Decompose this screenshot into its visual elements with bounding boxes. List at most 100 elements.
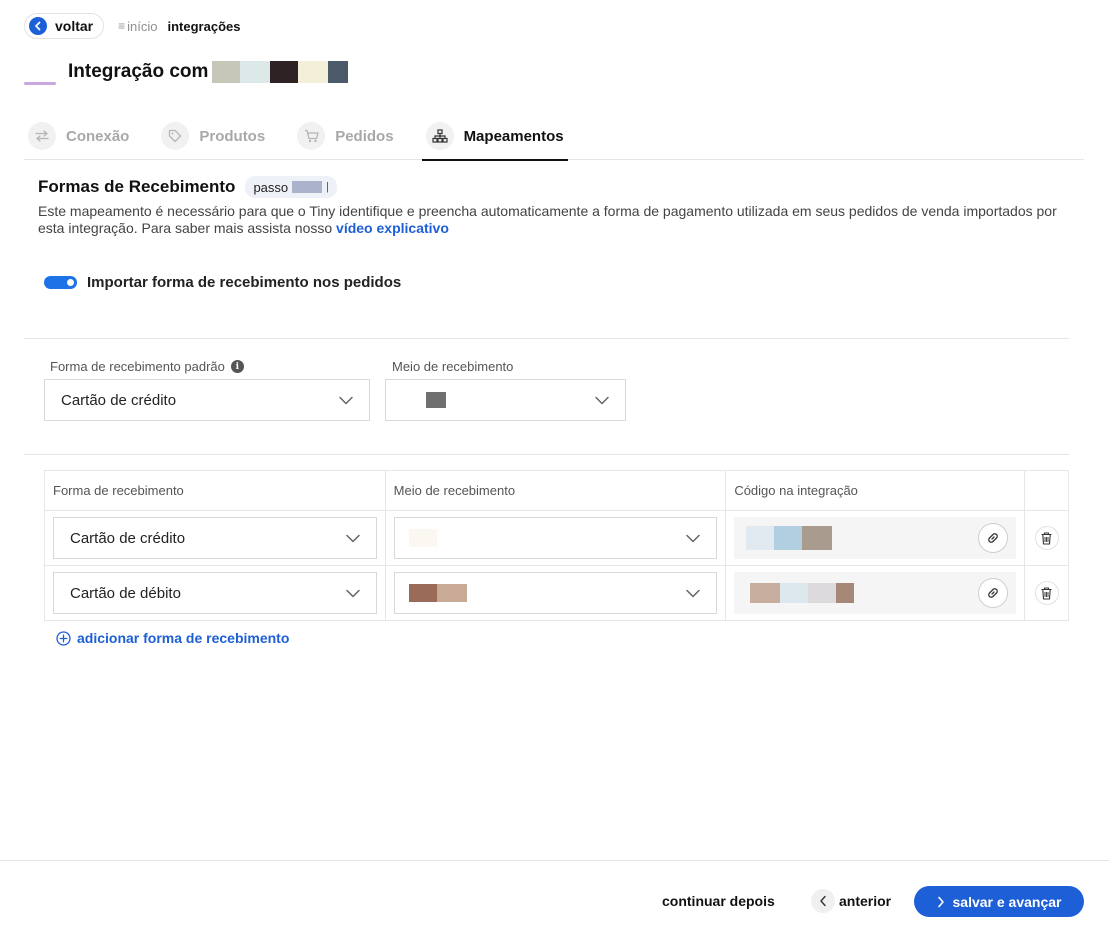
chevron-down-icon [686, 530, 701, 547]
description-text: Este mapeamento é necessário para que o … [38, 203, 1057, 236]
delete-button[interactable] [1034, 526, 1059, 550]
means-select[interactable] [393, 572, 718, 614]
table-header-row: Forma de recebimento Meio de recebimento… [44, 470, 1069, 511]
breadcrumb-current: integrações [167, 18, 241, 34]
default-means-select[interactable] [385, 379, 626, 421]
form-select[interactable]: Cartão de crédito [53, 517, 377, 559]
table-row: Cartão de débito [44, 565, 1069, 621]
delete-button[interactable] [1034, 581, 1059, 605]
previous-label: anterior [839, 893, 892, 909]
divider [24, 338, 1069, 339]
page-title: Integração com [68, 61, 209, 82]
save-and-next-button[interactable]: salvar e avançar [914, 886, 1084, 917]
import-toggle[interactable] [44, 276, 77, 289]
form-value: Cartão de crédito [70, 529, 186, 547]
section-title: Formas de Recebimento [38, 177, 236, 196]
actions-cell [1024, 510, 1069, 566]
default-form-value: Cartão de crédito [61, 391, 177, 409]
chevron-down-icon [345, 530, 360, 547]
means-select[interactable] [393, 517, 718, 559]
divider [24, 454, 1069, 455]
default-form-label-text: Forma de recebimento padrão [50, 359, 225, 374]
plus-circle-icon [56, 630, 71, 646]
code-field[interactable] [734, 517, 1016, 559]
redacted-integration-name [212, 61, 349, 83]
chevron-down-icon [686, 585, 701, 602]
tag-icon [161, 122, 190, 150]
breadcrumb: voltar ≡ início integrações [24, 12, 240, 40]
tab-label: Pedidos [335, 127, 394, 145]
step-label: passo [253, 179, 289, 195]
column-header: Meio de recebimento [384, 470, 727, 511]
link-icon [988, 533, 998, 543]
tab-pedidos[interactable]: Pedidos [293, 112, 397, 160]
means-cell [384, 510, 727, 566]
back-label: voltar [55, 18, 94, 34]
redacted-code [746, 526, 833, 550]
redacted-step [292, 181, 323, 193]
redacted-means-value [408, 529, 437, 547]
tab-label: Conexão [66, 127, 130, 145]
save-and-next-label: salvar e avançar [952, 893, 1062, 910]
means-cell [384, 565, 727, 621]
default-means-label-text: Meio de recebimento [392, 359, 514, 374]
default-means-label: Meio de recebimento [392, 359, 513, 374]
add-payment-form-button[interactable]: adicionar forma de recebimento [56, 630, 289, 646]
code-cell [725, 510, 1025, 566]
redacted-means-value [408, 584, 467, 602]
trash-icon [1041, 586, 1052, 600]
actions-cell [1024, 565, 1069, 621]
back-button[interactable]: voltar [24, 13, 105, 39]
link-icon [988, 588, 998, 598]
mapping-table: Forma de recebimento Meio de recebimento… [44, 470, 1069, 621]
menu-icon: ≡ [118, 19, 126, 33]
chevron-down-icon [595, 392, 609, 409]
step-badge: passo | [245, 176, 338, 198]
default-form-label: Forma de recebimento padrão i [50, 359, 244, 374]
form-value: Cartão de débito [70, 584, 181, 602]
code-field[interactable] [734, 572, 1016, 614]
trash-icon [1041, 531, 1052, 545]
column-header: Código na integração [725, 470, 1025, 511]
link-button[interactable] [978, 523, 1008, 553]
footer: continuar depois anterior salvar e avanç… [0, 860, 1109, 929]
link-button[interactable] [978, 578, 1008, 608]
chevron-right-icon [937, 896, 944, 907]
continue-later-button[interactable]: continuar depois [662, 893, 775, 909]
form-cell: Cartão de crédito [44, 510, 386, 566]
redacted-code [750, 583, 855, 603]
section-description: Este mapeamento é necessário para que o … [38, 203, 1078, 237]
tab-bar: Conexão Produtos Pedidos Mapeamentos [24, 112, 1084, 161]
column-header: Forma de recebimento [44, 470, 386, 511]
integration-logo [24, 81, 56, 85]
tab-mapeamentos[interactable]: Mapeamentos [421, 112, 568, 161]
video-link[interactable]: vídeo explicativo [336, 220, 449, 236]
chevron-left-icon [29, 17, 47, 35]
breadcrumb-home[interactable]: início [127, 19, 157, 34]
arrows-icon [28, 122, 56, 150]
chevron-left-icon [811, 889, 835, 913]
cart-icon [297, 122, 326, 150]
form-select[interactable]: Cartão de débito [53, 572, 377, 614]
previous-button[interactable]: anterior [811, 886, 891, 916]
tab-label: Mapeamentos [463, 127, 564, 145]
sitemap-icon [425, 122, 454, 150]
info-icon[interactable]: i [230, 360, 244, 373]
default-form-select[interactable]: Cartão de crédito [44, 379, 370, 421]
tab-produtos[interactable]: Produtos [157, 112, 269, 160]
chevron-down-icon [345, 585, 360, 602]
page-header: Integração com [24, 58, 349, 86]
tab-conexao[interactable]: Conexão [24, 112, 133, 160]
code-cell [725, 565, 1025, 621]
import-toggle-label: Importar forma de recebimento nos pedido… [87, 274, 402, 291]
form-cell: Cartão de débito [44, 565, 386, 621]
chevron-down-icon [339, 392, 353, 409]
column-header-actions [1024, 470, 1069, 511]
section-header: Formas de Recebimento passo | [38, 176, 338, 198]
redacted-means-value [426, 392, 446, 408]
step-tail: | [326, 181, 330, 193]
import-toggle-row: Importar forma de recebimento nos pedido… [44, 274, 401, 291]
tab-label: Produtos [199, 127, 266, 145]
table-row: Cartão de crédito [44, 510, 1069, 566]
add-label: adicionar forma de recebimento [77, 630, 290, 646]
